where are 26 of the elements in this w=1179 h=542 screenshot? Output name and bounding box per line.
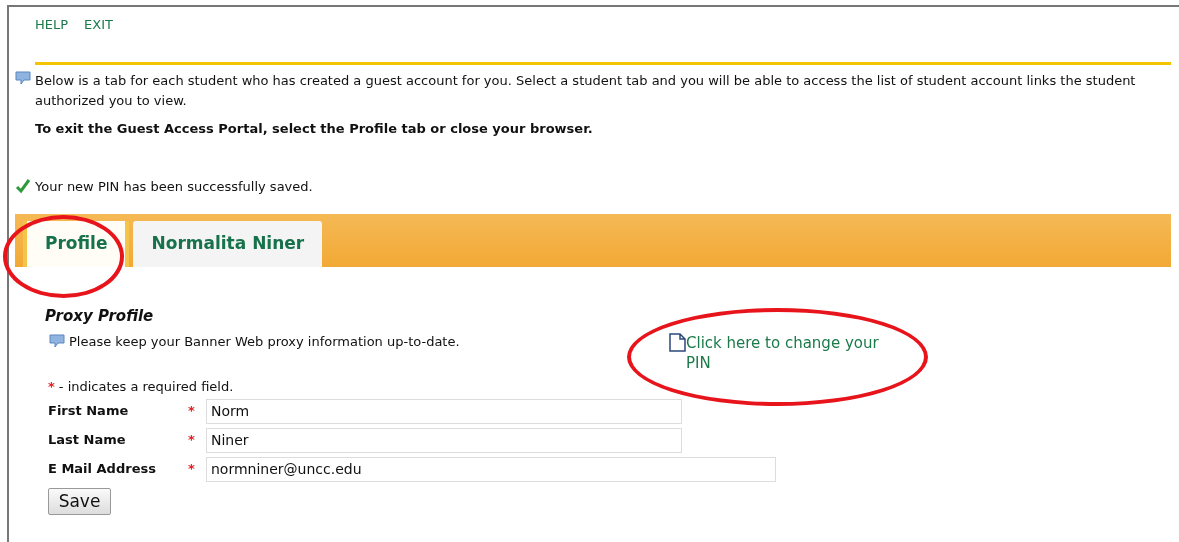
check-icon: [15, 178, 31, 195]
nav-link[interactable]: HELP: [35, 15, 69, 35]
field-label: E Mail Address: [48, 460, 157, 479]
text-field[interactable]: Norm: [206, 398, 682, 424]
section-title: Proxy Profile: [45, 306, 155, 327]
comment-icon: [49, 334, 65, 349]
intro-text: Below is a tab for each student who has created a guest account for you. Select a student tab and you will be able to access the list of student account links the student authorized you to view.: [35, 72, 1137, 110]
save-button[interactable]: Save: [48, 487, 111, 515]
required-mark: *: [48, 378, 55, 396]
required-mark: *: [188, 460, 196, 479]
exit-note: To exit the Guest Access Portal, select the Profile tab or close your browser.: [35, 120, 594, 138]
success-message: Your new PIN has been successfully saved.: [35, 177, 313, 196]
text-field[interactable]: normniner@uncc.edu: [206, 456, 776, 482]
required-mark: *: [188, 431, 196, 450]
text-field[interactable]: Niner: [206, 427, 682, 453]
nav-link[interactable]: EXIT: [84, 15, 113, 35]
required-mark: *: [188, 402, 196, 421]
field-label: First Name: [48, 402, 130, 421]
tab[interactable]: Normalita Niner: [133, 221, 323, 267]
required-note: - indicates a required field.: [58, 378, 234, 396]
document-icon: [669, 333, 686, 352]
change-pin-link[interactable]: Click here to change your PIN: [669, 333, 881, 397]
tab[interactable]: Profile: [23, 221, 130, 267]
comment-icon: [15, 71, 31, 85]
field-label: Last Name: [48, 431, 127, 450]
info-text: Please keep your Banner Web proxy information up-to-date.: [69, 332, 460, 351]
